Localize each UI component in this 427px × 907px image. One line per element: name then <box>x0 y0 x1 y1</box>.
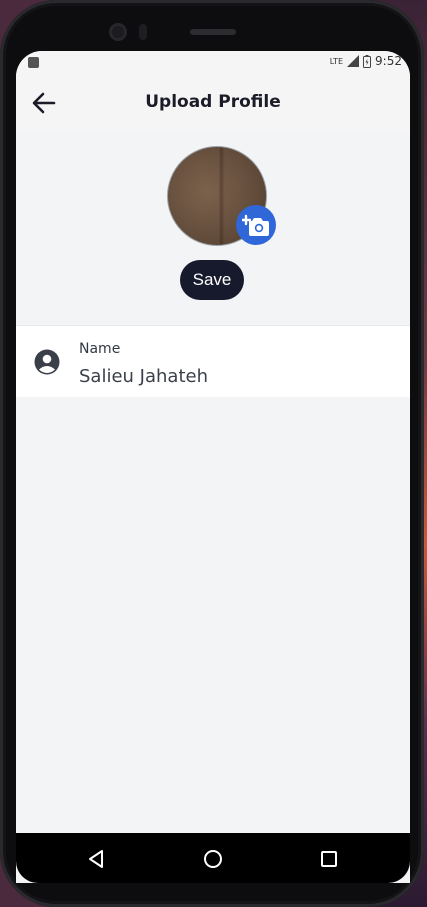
save-button[interactable]: Save <box>180 260 244 300</box>
system-nav-bar <box>16 833 410 883</box>
clock: 9:52 <box>375 54 402 68</box>
name-value: Salieu Jahateh <box>79 366 208 387</box>
change-photo-button[interactable] <box>236 205 276 245</box>
signal-icon <box>347 55 360 67</box>
notification-icon <box>28 57 39 68</box>
status-bar: LTE 9:52 <box>16 51 410 75</box>
recents-square-icon[interactable] <box>318 848 340 870</box>
battery-icon <box>363 54 372 68</box>
app-bar: Upload Profile <box>16 75 410 131</box>
front-sensor <box>139 24 147 40</box>
account-circle-icon <box>34 349 60 375</box>
add-camera-icon <box>242 214 269 236</box>
front-camera <box>109 23 127 41</box>
name-field-row[interactable]: Name Salieu Jahateh <box>16 325 410 397</box>
lte-icon: LTE <box>329 56 344 66</box>
home-circle-icon[interactable] <box>202 848 224 870</box>
back-triangle-icon[interactable] <box>86 848 108 870</box>
earpiece-speaker <box>190 29 236 35</box>
app-screen: LTE 9:52 Upload Profile Save Name Salieu… <box>16 51 410 883</box>
name-label: Name <box>79 341 121 357</box>
status-indicators: LTE 9:52 <box>330 54 402 68</box>
phone-frame: LTE 9:52 Upload Profile Save Name Salieu… <box>0 0 424 907</box>
page-title: Upload Profile <box>145 92 281 112</box>
